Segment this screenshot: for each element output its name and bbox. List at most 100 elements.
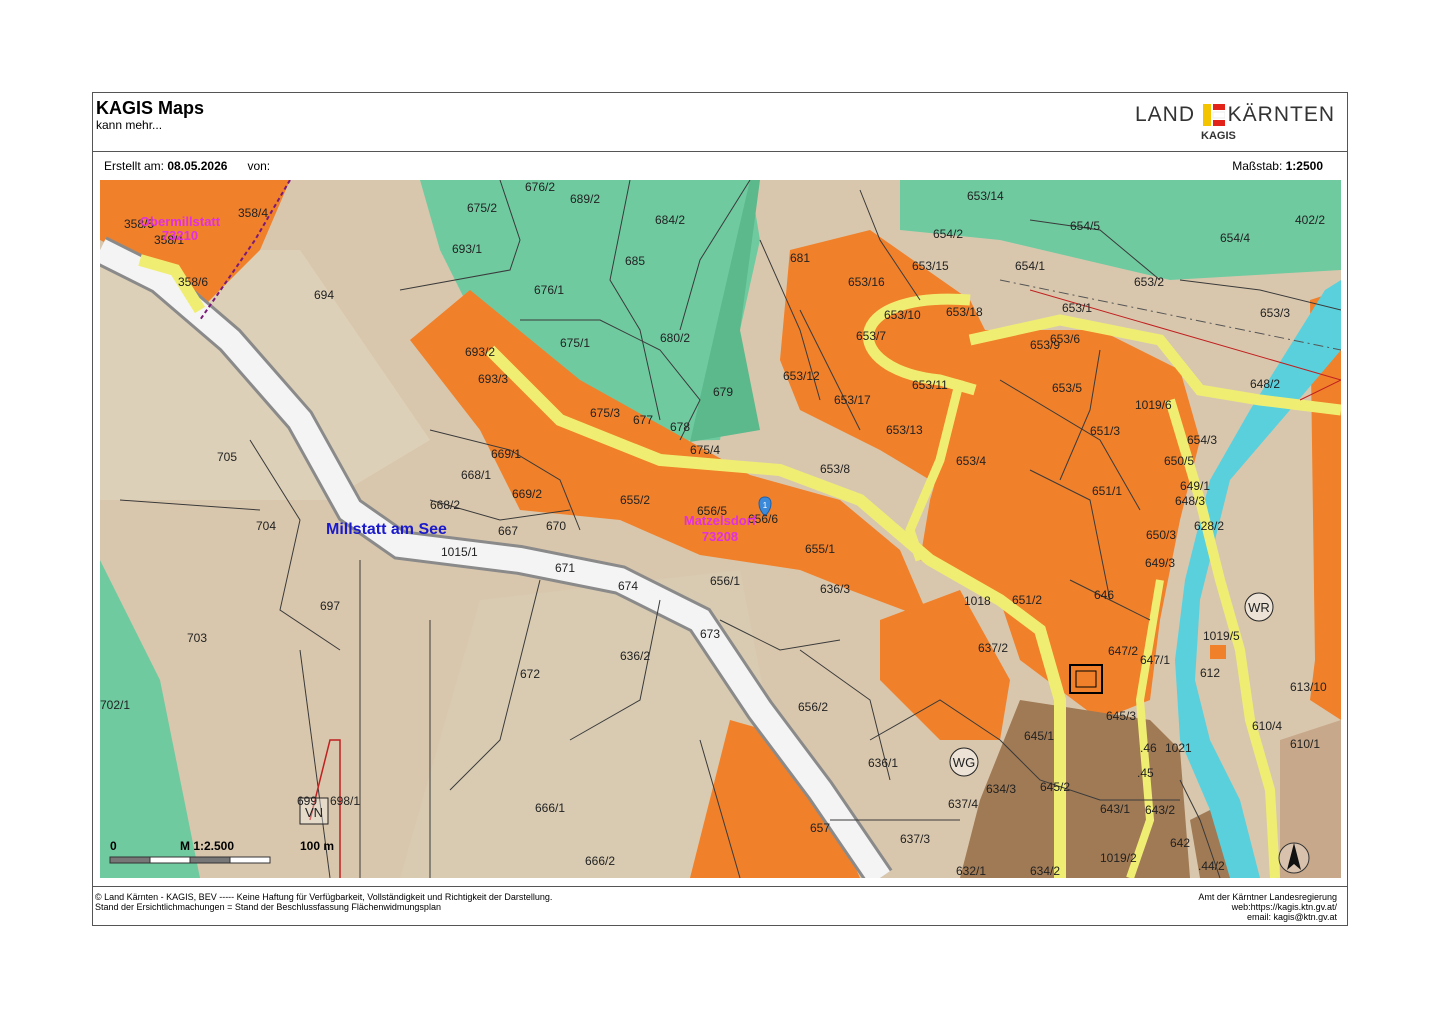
app-title: KAGIS Maps bbox=[96, 98, 205, 118]
parcel-number-label: 689/2 bbox=[570, 192, 600, 206]
parcel-number-label: 681 bbox=[790, 251, 810, 265]
place-name-label: Millstatt am See bbox=[326, 521, 447, 538]
logo-subtitle: KAGIS bbox=[1201, 130, 1236, 142]
parcel-number-label: 668/2 bbox=[430, 498, 460, 512]
parcel-number-label: 653/2 bbox=[1134, 275, 1164, 289]
created-info: Erstellt am: 08.05.2026 von: bbox=[104, 159, 270, 173]
parcel-number-label: 703 bbox=[187, 631, 207, 645]
scale-bar-ratio: M 1:2.500 bbox=[180, 839, 234, 853]
cadastral-community-number: 73208 bbox=[702, 529, 738, 544]
parcel-number-label: 653/12 bbox=[783, 369, 820, 383]
parcel-number-label: 673 bbox=[700, 627, 720, 641]
parcel-number-label: 654/3 bbox=[1187, 433, 1217, 447]
parcel-number-label: 653/6 bbox=[1050, 332, 1080, 346]
parcel-number-label: 612 bbox=[1200, 666, 1220, 680]
parcel-number-label: 648/2 bbox=[1250, 377, 1280, 391]
parcel-number-label: 1015/1 bbox=[441, 545, 478, 559]
parcel-number-label: 653/3 bbox=[1260, 306, 1290, 320]
parcel-number-label: 654/5 bbox=[1070, 219, 1100, 233]
cadastral-community-number: 73210 bbox=[162, 228, 198, 243]
parcel-number-label: 657 bbox=[810, 821, 830, 835]
parcel-number-label: 705 bbox=[217, 450, 237, 464]
parcel-number-label: 628/2 bbox=[1194, 519, 1224, 533]
svg-text:1: 1 bbox=[763, 501, 768, 510]
parcel-number-label: 610/1 bbox=[1290, 737, 1320, 751]
app-subtitle: kann mehr... bbox=[96, 118, 163, 132]
footer-web-link[interactable]: web:https://kagis.ktn.gv.at/ bbox=[1198, 902, 1337, 912]
parcel-number-label: 636/1 bbox=[868, 756, 898, 770]
parcel-number-label: 669/2 bbox=[512, 487, 542, 501]
parcel-number-label: 645/3 bbox=[1106, 709, 1136, 723]
parcel-number-label: 653/8 bbox=[820, 462, 850, 476]
parcel-number-label: 668/1 bbox=[461, 468, 491, 482]
parcel-number-label: 634/2 bbox=[1030, 864, 1060, 878]
parcel-number-label: 1021 bbox=[1165, 741, 1192, 755]
parcel-number-label: 656/2 bbox=[798, 700, 828, 714]
parcel-number-label: 693/3 bbox=[478, 372, 508, 386]
parcel-number-label: 654/1 bbox=[1015, 259, 1045, 273]
parcel-number-label: 632/1 bbox=[956, 864, 986, 878]
parcel-number-label: 684/2 bbox=[655, 213, 685, 227]
parcel-number-label: 671 bbox=[555, 561, 575, 575]
footer-disclaimer: © Land Kärnten - KAGIS, BEV ----- Keine … bbox=[95, 892, 552, 912]
scale-bar-end: 100 m bbox=[300, 839, 334, 853]
parcel-number-label: 676/1 bbox=[534, 283, 564, 297]
parcel-number-label: 693/2 bbox=[465, 345, 495, 359]
parcel-number-label: 655/2 bbox=[620, 493, 650, 507]
parcel-number-label: 656/1 bbox=[710, 574, 740, 588]
parcel-number-label: 358/6 bbox=[178, 275, 208, 289]
parcel-number-label: 649/3 bbox=[1145, 556, 1175, 570]
print-meta-row: Erstellt am: 08.05.2026 von: Maßstab: 1:… bbox=[93, 152, 1347, 178]
parcel-number-label: 637/3 bbox=[900, 832, 930, 846]
parcel-number-label: 674 bbox=[618, 579, 638, 593]
parcel-number-label: 653/1 bbox=[1062, 301, 1092, 315]
parcel-number-label: 675/3 bbox=[590, 406, 620, 420]
cadastral-community-name: Matzelsdorf bbox=[684, 513, 757, 528]
parcel-number-label: 650/3 bbox=[1146, 528, 1176, 542]
parcel-number-label: 637/4 bbox=[948, 797, 978, 811]
parcel-number-label: 653/13 bbox=[886, 423, 923, 437]
parcel-number-label: 685 bbox=[625, 254, 645, 268]
building-zone bbox=[1210, 645, 1226, 659]
parcel-number-label: 650/5 bbox=[1164, 454, 1194, 468]
parcel-number-label: 698/1 bbox=[330, 794, 360, 808]
parcel-number-label: 637/2 bbox=[978, 641, 1008, 655]
parcel-number-label: 1019/6 bbox=[1135, 398, 1172, 412]
parcel-number-label: 679 bbox=[713, 385, 733, 399]
scale-info: Maßstab: 1:2500 bbox=[1232, 159, 1323, 173]
parcel-number-label: 645/1 bbox=[1024, 729, 1054, 743]
parcel-number-label: 653/15 bbox=[912, 259, 949, 273]
parcel-number-label: 1019/5 bbox=[1203, 629, 1240, 643]
logo-text-left: LAND bbox=[1135, 103, 1196, 126]
footer-status-note: Stand der Ersichtlichmachungen = Stand d… bbox=[95, 902, 441, 912]
footer-email-link[interactable]: email: kagis@ktn.gv.at bbox=[1198, 912, 1337, 922]
parcel-number-label: 693/1 bbox=[452, 242, 482, 256]
parcel-number-label: 654/4 bbox=[1220, 231, 1250, 245]
parcel-number-label: 672 bbox=[520, 667, 540, 681]
parcel-number-label: 645/2 bbox=[1040, 780, 1070, 794]
parcel-number-label: 675/1 bbox=[560, 336, 590, 350]
parcel-number-label: 610/4 bbox=[1252, 719, 1282, 733]
zone-label-wr: WR bbox=[1248, 600, 1270, 615]
parcel-number-label: 678 bbox=[670, 420, 690, 434]
parcel-number-label: 704 bbox=[256, 519, 276, 533]
cadastral-community-name: Obermillstatt bbox=[140, 214, 221, 229]
parcel-number-label: .46 bbox=[1140, 741, 1157, 755]
north-arrow-icon bbox=[1278, 842, 1310, 874]
parcel-number-label: 651/2 bbox=[1012, 593, 1042, 607]
parcel-number-label: 647/2 bbox=[1108, 644, 1138, 658]
map-view[interactable]: WR WG VN 1 358/5 358/4 358/1 358/6 694 676/2 6… bbox=[100, 180, 1341, 878]
parcel-number-label: 642 bbox=[1170, 836, 1190, 850]
parcel-number-label: .44/2 bbox=[1198, 859, 1225, 873]
scale-label: Maßstab: bbox=[1232, 159, 1283, 173]
map-canvas[interactable]: WR WG VN 1 358/5358/4358/1358/6694676/26… bbox=[100, 180, 1341, 878]
parcel-number-label: 648/3 bbox=[1175, 494, 1205, 508]
footer-office: Amt der Kärntner Landesregierung bbox=[1198, 892, 1337, 902]
parcel-number-label: 669/1 bbox=[491, 447, 521, 461]
parcel-number-label: 680/2 bbox=[660, 331, 690, 345]
footer-contact: Amt der Kärntner Landesregierung web:htt… bbox=[1198, 892, 1337, 922]
parcel-number-label: 653/11 bbox=[912, 378, 948, 392]
parcel-number-label: .45 bbox=[1137, 766, 1154, 780]
print-frame: KAGIS Maps kann mehr... LAND KÄRNTEN KAG… bbox=[92, 92, 1348, 926]
parcel-number-label: 666/2 bbox=[585, 854, 615, 868]
